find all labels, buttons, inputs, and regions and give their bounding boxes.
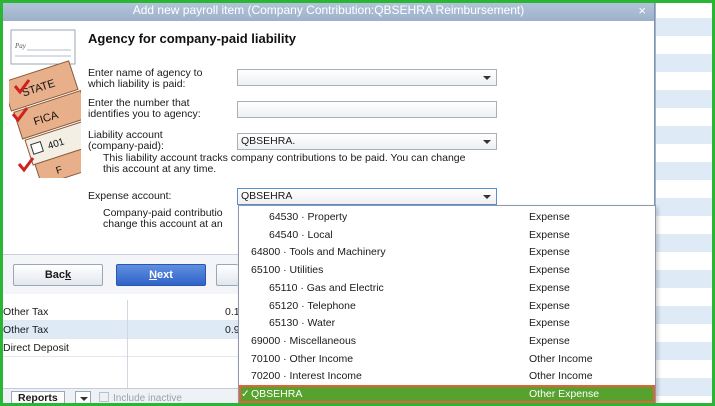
table-row[interactable]: Other Tax 0.9 (3, 321, 240, 339)
dialog-titlebar: Add new payroll item (Company Contributi… (3, 0, 654, 21)
dropdown-item[interactable]: 70100 · Other Income Other Income (239, 350, 655, 368)
chevron-down-icon[interactable] (483, 76, 491, 80)
dropdown-item[interactable]: 65110 · Gas and Electric Expense (239, 279, 655, 297)
table-column-divider (127, 300, 128, 388)
expense-account-value: QBSEHRA (241, 190, 293, 202)
account-name: 65110 · Gas and Electric (269, 281, 384, 294)
dropdown-item[interactable]: 64530 · Property Expense (239, 208, 655, 226)
account-type: Expense (529, 299, 570, 312)
account-type: Expense (529, 281, 570, 294)
dropdown-item[interactable]: 64540 · Local Expense (239, 226, 655, 244)
agency-name-label: Enter name of agency to which liability … (88, 67, 203, 90)
table-cell-type: Other Tax (3, 306, 49, 318)
chevron-down-icon[interactable] (483, 195, 491, 199)
account-type: Expense (529, 264, 570, 277)
account-name: 64540 · Local (269, 228, 333, 241)
checkbox-icon[interactable] (99, 392, 109, 402)
chevron-down-icon[interactable] (483, 140, 491, 144)
reports-button[interactable]: Reports (11, 391, 65, 406)
account-name: 65100 · Utilities (251, 264, 324, 277)
account-type: Other Income (529, 352, 593, 365)
account-name: 64530 · Property (269, 211, 348, 223)
list-bottom-bar: Reports Include inactive (3, 388, 240, 406)
expense-note-line-2: change this account at an (103, 218, 223, 230)
dropdown-item[interactable]: 69000 · Miscellaneous Expense (239, 332, 655, 350)
table-cell-type: Other Tax (3, 324, 49, 336)
dropdown-item[interactable]: 65130 · Water Expense (239, 314, 655, 332)
account-type: Expense (529, 228, 570, 241)
account-type: Other Income (529, 370, 593, 383)
expense-account-label: Expense account: (88, 190, 172, 202)
back-button[interactable]: Back (13, 264, 103, 286)
dropdown-item[interactable]: 70200 · Interest Income Other Income (239, 367, 655, 385)
dropdown-item[interactable]: 64800 · Tools and Machinery Expense (239, 243, 655, 261)
chevron-down-icon[interactable] (75, 391, 91, 406)
account-type: Expense (529, 211, 570, 223)
account-name: 64800 · Tools and Machinery (251, 246, 386, 259)
agency-number-label: Enter the number that identifies you to … (88, 97, 201, 120)
expense-account-dropdown[interactable]: QBSEHRA (237, 188, 497, 205)
include-inactive-label: Include inactive (113, 393, 182, 404)
liability-account-label: Liability account (company-paid): (88, 129, 164, 152)
agency-number-input[interactable] (237, 101, 497, 118)
dialog-title: Add new payroll item (Company Contributi… (132, 3, 525, 17)
account-name: 70100 · Other Income (251, 352, 354, 365)
dropdown-item[interactable]: 65100 · Utilities Expense (239, 261, 655, 279)
next-button-label-start: N (149, 269, 158, 281)
liability-account-note: This liability account tracks company co… (103, 152, 466, 175)
account-type: Expense (529, 317, 570, 330)
table-cell-type: Direct Deposit (3, 342, 69, 354)
expense-account-list[interactable]: 64530 · Property Expense 64540 · Local Expe… (238, 205, 656, 406)
finish-button-partial[interactable] (216, 264, 238, 286)
dropdown-item-selected[interactable]: ✓ QBSEHRA Other Expense (239, 385, 655, 403)
liability-account-value: QBSEHRA. (241, 135, 296, 147)
back-button-label-start: Bac (44, 269, 66, 281)
liability-account-dropdown[interactable]: QBSEHRA. (237, 133, 497, 150)
background-list-stripes (655, 0, 715, 406)
close-icon[interactable]: × (638, 0, 646, 21)
account-name: 70200 · Interest Income (251, 370, 362, 383)
account-type: Other Expense (529, 388, 600, 400)
account-name: QBSEHRA (251, 388, 303, 400)
next-button[interactable]: Next (116, 264, 206, 286)
next-button-label-end: ext (157, 269, 173, 281)
dropdown-item[interactable]: 65120 · Telephone Expense (239, 297, 655, 315)
checkmark-icon: ✓ (241, 388, 250, 400)
account-name: 65130 · Water (269, 317, 336, 330)
pay-label: Pay (14, 42, 27, 50)
tax-forms-illustration: Pay STATE FICA 401 F (9, 29, 81, 178)
page-heading: Agency for company-paid liability (88, 31, 297, 46)
table-row[interactable]: Other Tax 0.1 (3, 303, 240, 321)
account-name: 69000 · Miscellaneous (251, 334, 357, 347)
account-type: Expense (529, 246, 570, 259)
back-button-label-end: k (65, 269, 72, 281)
account-name: 65120 · Telephone (269, 299, 356, 312)
account-type: Expense (529, 334, 570, 347)
include-inactive-checkbox[interactable]: Include inactive (99, 392, 182, 404)
table-row[interactable]: Direct Deposit (3, 339, 240, 357)
agency-name-dropdown[interactable] (237, 69, 497, 86)
